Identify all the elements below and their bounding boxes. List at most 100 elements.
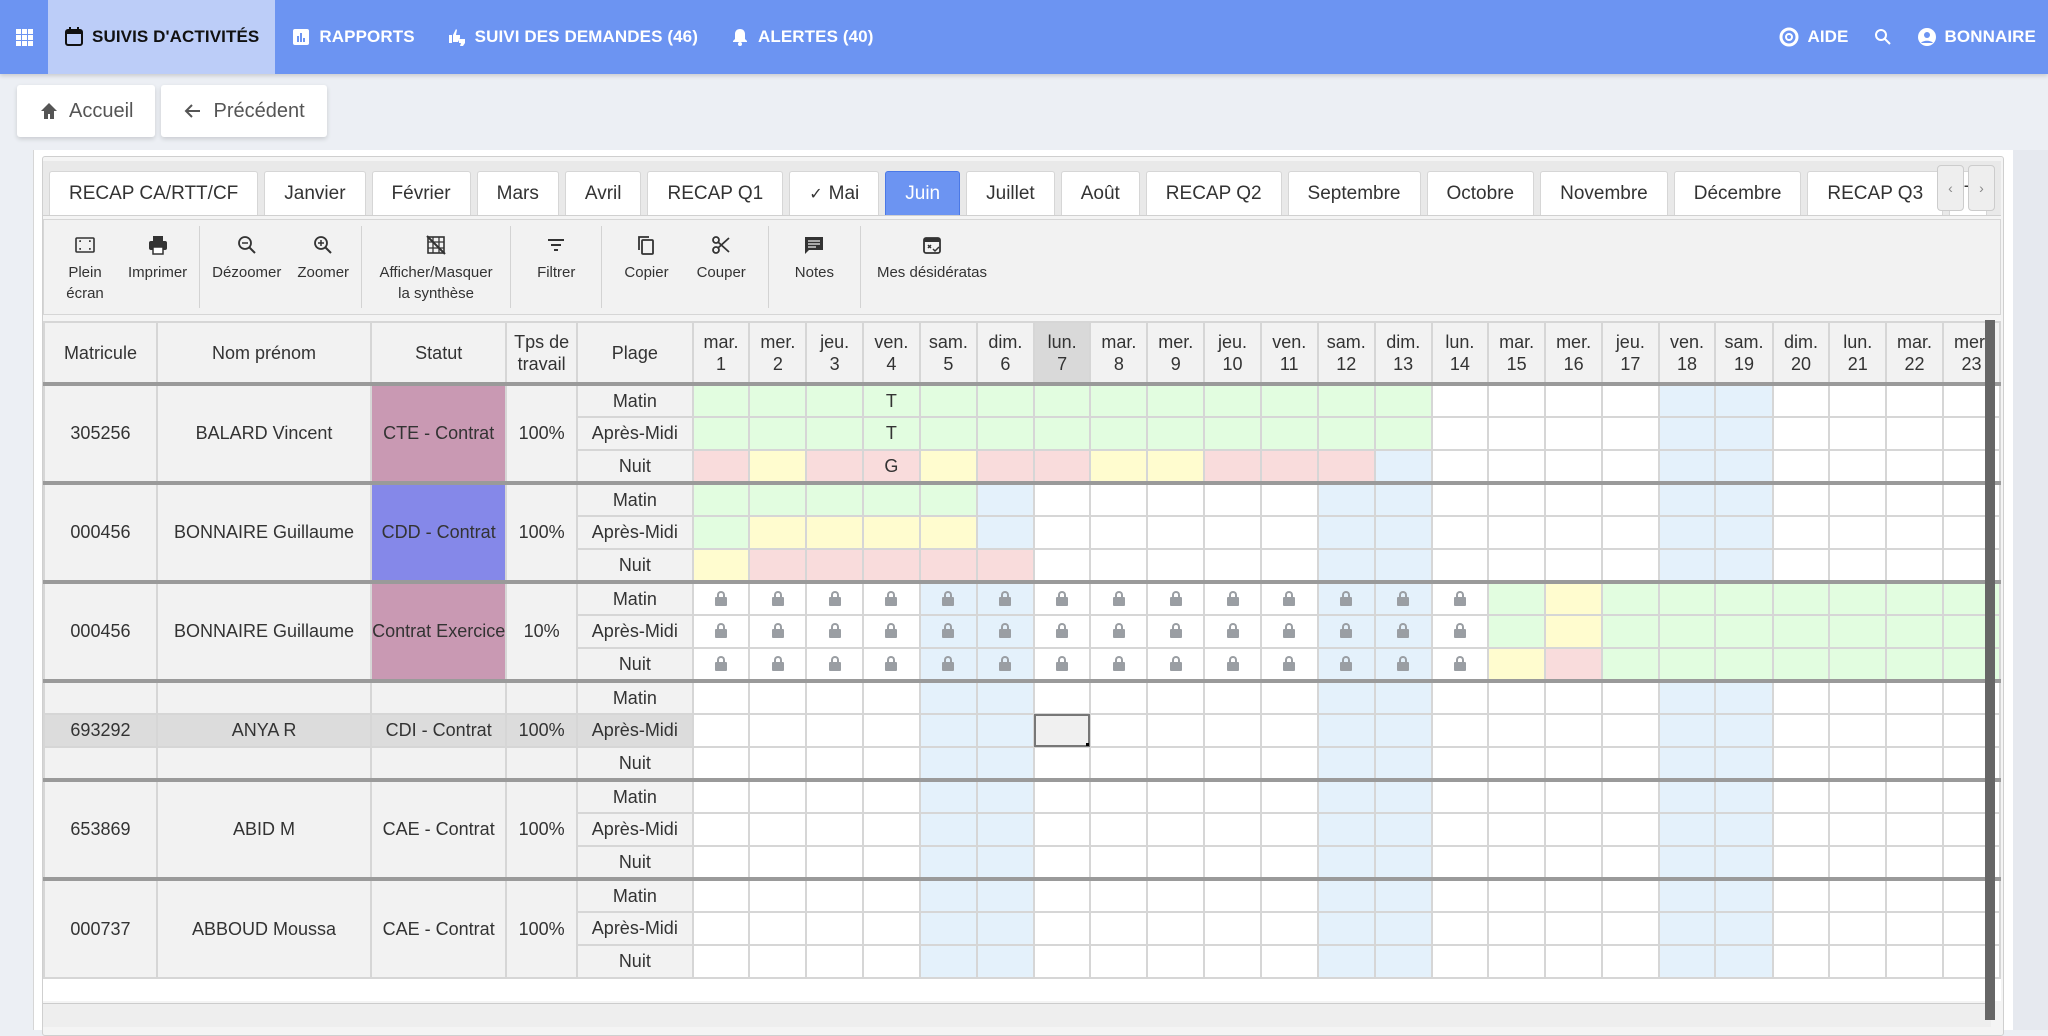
planning-cell[interactable] xyxy=(1089,845,1149,880)
planning-cell[interactable] xyxy=(1032,548,1092,583)
planning-cell[interactable] xyxy=(1828,481,1888,517)
planning-cell[interactable] xyxy=(1771,877,1831,913)
planning-cell[interactable] xyxy=(1601,778,1660,814)
planning-cell[interactable] xyxy=(1885,416,1944,451)
planning-cell[interactable] xyxy=(1373,580,1433,616)
planning-cell[interactable] xyxy=(1146,778,1206,814)
planning-cell[interactable] xyxy=(1714,746,1774,781)
tab-octobre[interactable]: Octobre xyxy=(1426,171,1535,215)
planning-cell[interactable] xyxy=(1885,647,1944,682)
planning-cell[interactable] xyxy=(691,911,751,946)
planning-cell[interactable] xyxy=(1259,812,1319,847)
planning-cell[interactable] xyxy=(1373,778,1433,814)
planning-cell[interactable] xyxy=(1316,614,1376,649)
planning-cell[interactable] xyxy=(1203,548,1262,583)
zoom-out-button[interactable]: Dézoomer xyxy=(204,220,289,314)
planning-cell[interactable] xyxy=(748,416,808,451)
planning-cell[interactable] xyxy=(918,580,978,616)
planning-cell[interactable] xyxy=(748,481,808,517)
planning-cell[interactable] xyxy=(1487,515,1547,550)
planning-cell[interactable] xyxy=(805,679,864,715)
planning-cell[interactable] xyxy=(861,713,921,748)
planning-cell[interactable] xyxy=(1714,614,1774,649)
planning-cell[interactable] xyxy=(805,580,864,616)
planning-cell[interactable] xyxy=(1373,548,1433,583)
fullscreen-button[interactable]: Plein écran xyxy=(50,220,120,314)
planning-cell[interactable] xyxy=(1316,548,1376,583)
planning-cell[interactable] xyxy=(1601,812,1660,847)
planning-cell[interactable] xyxy=(1828,548,1888,583)
planning-cell[interactable] xyxy=(1885,746,1944,781)
planning-cell[interactable] xyxy=(1544,416,1604,451)
tab-avril[interactable]: Avril xyxy=(564,171,642,215)
planning-cell[interactable] xyxy=(1828,515,1888,550)
planning-cell[interactable] xyxy=(748,515,808,550)
help-button[interactable]: AIDE xyxy=(1767,27,1860,47)
planning-cell[interactable] xyxy=(805,614,864,649)
planning-cell[interactable] xyxy=(1203,911,1262,946)
planning-cell[interactable]: T xyxy=(861,416,921,451)
planning-cell[interactable] xyxy=(1146,713,1206,748)
planning-cell[interactable] xyxy=(1430,877,1490,913)
planning-cell[interactable] xyxy=(1601,647,1660,682)
cut-button[interactable]: Couper xyxy=(683,220,764,314)
tab-décembre[interactable]: Décembre xyxy=(1673,171,1802,215)
day-header[interactable]: mer. 2 xyxy=(748,321,808,386)
planning-cell[interactable] xyxy=(1316,580,1376,616)
planning-cell[interactable] xyxy=(1430,416,1490,451)
planning-cell[interactable] xyxy=(1885,911,1944,946)
planning-cell[interactable] xyxy=(691,580,751,616)
planning-cell[interactable] xyxy=(1885,515,1944,550)
planning-cell[interactable] xyxy=(1316,812,1376,847)
planning-cell[interactable] xyxy=(1259,746,1319,781)
planning-cell[interactable] xyxy=(1601,449,1660,484)
planning-cell[interactable] xyxy=(1259,845,1319,880)
planning-cell[interactable] xyxy=(1487,746,1547,781)
planning-cell[interactable] xyxy=(1089,614,1149,649)
planning-cell[interactable] xyxy=(1544,944,1604,979)
planning-cell[interactable] xyxy=(691,944,751,979)
planning-cell[interactable] xyxy=(1089,580,1149,616)
planning-cell[interactable] xyxy=(918,877,978,913)
planning-cell[interactable] xyxy=(1885,812,1944,847)
planning-cell[interactable] xyxy=(1089,647,1149,682)
planning-cell[interactable] xyxy=(805,416,864,451)
planning-cell[interactable] xyxy=(691,449,751,484)
planning-cell[interactable] xyxy=(1601,515,1660,550)
planning-cell[interactable] xyxy=(1032,877,1092,913)
planning-cell[interactable] xyxy=(861,679,921,715)
planning-cell[interactable] xyxy=(1259,713,1319,748)
planning-cell[interactable] xyxy=(1316,713,1376,748)
planning-cell[interactable] xyxy=(975,679,1035,715)
planning-cell[interactable] xyxy=(1089,515,1149,550)
day-header[interactable]: mer. 9 xyxy=(1146,321,1206,386)
planning-cell[interactable] xyxy=(1657,845,1717,880)
planning-cell[interactable] xyxy=(1885,614,1944,649)
planning-cell[interactable] xyxy=(1885,944,1944,979)
planning-cell[interactable] xyxy=(1657,911,1717,946)
planning-cell[interactable] xyxy=(1601,481,1660,517)
planning-cell[interactable] xyxy=(1146,679,1206,715)
planning-cell[interactable] xyxy=(861,911,921,946)
planning-cell[interactable] xyxy=(805,449,864,484)
planning-cell[interactable] xyxy=(1885,449,1944,484)
planning-cell[interactable] xyxy=(1657,614,1717,649)
planning-cell[interactable] xyxy=(1487,911,1547,946)
planning-cell[interactable] xyxy=(1601,944,1660,979)
planning-cell[interactable] xyxy=(748,713,808,748)
planning-cell[interactable] xyxy=(975,614,1035,649)
planning-cell[interactable] xyxy=(1714,548,1774,583)
planning-cell[interactable] xyxy=(1373,713,1433,748)
planning-cell[interactable] xyxy=(748,647,808,682)
tab-août[interactable]: Août xyxy=(1060,171,1140,215)
planning-cell[interactable] xyxy=(975,778,1035,814)
planning-cell[interactable] xyxy=(1544,647,1604,682)
planning-cell[interactable] xyxy=(1373,877,1433,913)
planning-cell[interactable] xyxy=(918,614,978,649)
planning-cell[interactable] xyxy=(1544,778,1604,814)
planning-cell[interactable] xyxy=(1146,647,1206,682)
planning-cell[interactable] xyxy=(918,944,978,979)
day-header[interactable]: lun. 21 xyxy=(1828,321,1888,386)
day-header[interactable]: jeu. 10 xyxy=(1203,321,1262,386)
planning-cell[interactable] xyxy=(1032,944,1092,979)
